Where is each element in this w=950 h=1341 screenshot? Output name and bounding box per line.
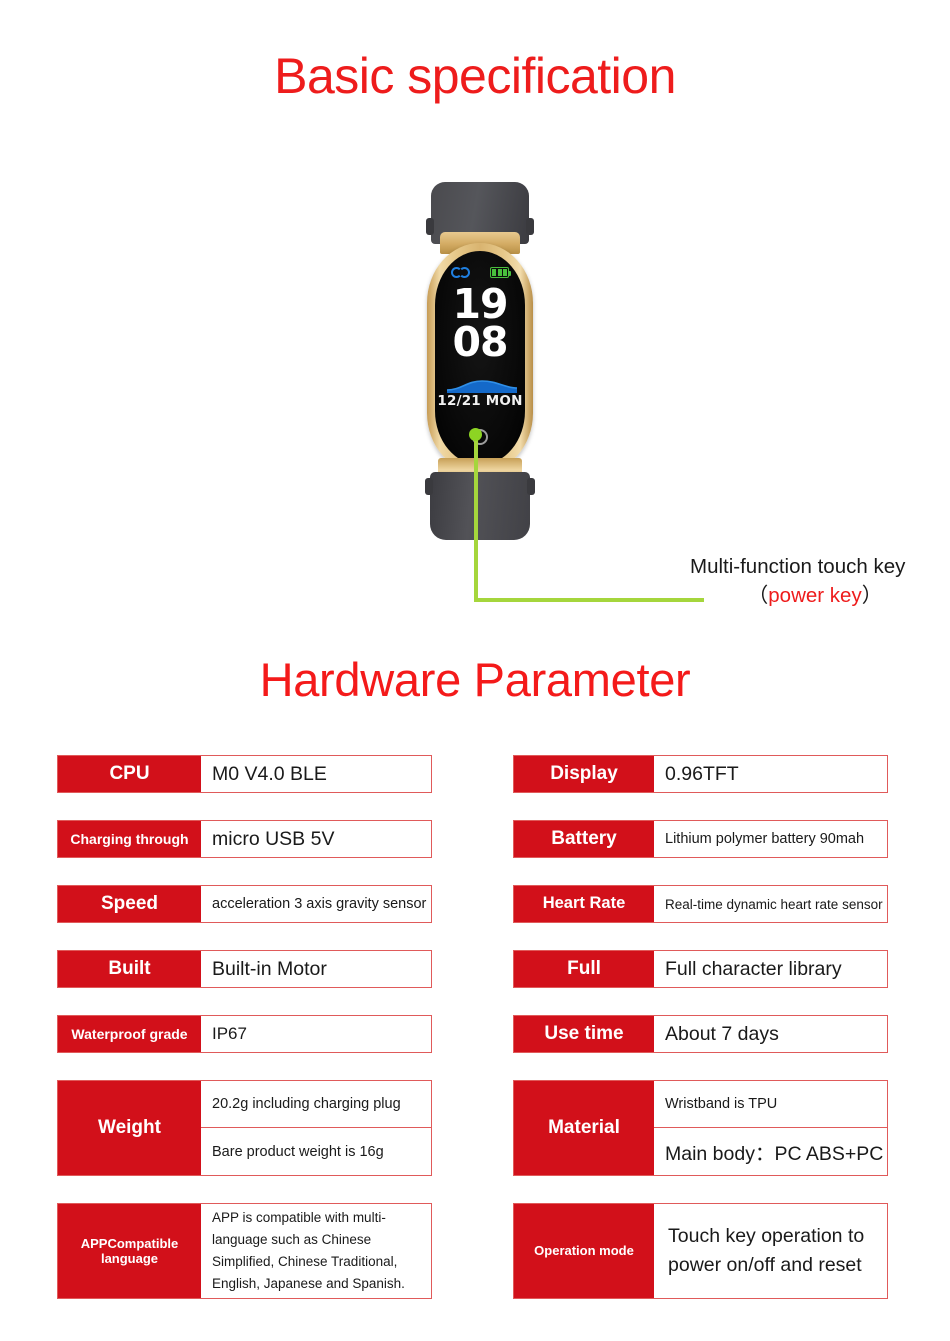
spec-value-battery: Lithium polymer battery 90mah [665, 831, 865, 847]
spec-label-weight: Weight [58, 1081, 201, 1175]
callout-anchor-dot [469, 428, 482, 441]
spec-label-waterproof-grade: Waterproof grade [58, 1016, 201, 1052]
spec-value-weight: 20.2g including charging plug Bare produ… [201, 1081, 431, 1175]
spec-label-app-compatible-language: APPCompatible language [58, 1204, 201, 1298]
table-row-weight: Weight 20.2g including charging plug Bar… [57, 1080, 432, 1176]
table-row-full: Full Full character library [513, 950, 888, 988]
table-row-use-time: Use time About 7 days [513, 1015, 888, 1053]
callout-line-2: （power key） [690, 581, 940, 610]
spec-label-display: Display [514, 756, 654, 792]
spec-label-full: Full [514, 951, 654, 987]
spec-table-left: CPU M0 V4.0 BLE Charging through micro U… [57, 755, 432, 1326]
table-row-material: Material Wristband is TPU Main body：PC A… [513, 1080, 888, 1176]
spec-label-cpu: CPU [58, 756, 201, 792]
spec-label-use-time: Use time [514, 1016, 654, 1052]
watch-strap-bottom [425, 472, 535, 540]
table-row-battery: Battery Lithium polymer battery 90mah [513, 820, 888, 858]
watch-time: 19 08 [435, 284, 525, 366]
spec-value-heart-rate: Real-time dynamic heart rate sensor [665, 896, 883, 912]
bluetooth-icon [451, 267, 470, 278]
table-row-app-compatible-language: APPCompatible language APP is compatible… [57, 1203, 432, 1299]
spec-label-operation-mode: Operation mode [514, 1204, 654, 1298]
callout-power-key: power key [768, 584, 862, 607]
spec-label-charging-through: Charging through [58, 821, 201, 857]
spec-value-use-time: About 7 days [665, 1022, 779, 1045]
table-row-waterproof-grade: Waterproof grade IP67 [57, 1015, 432, 1053]
table-row-cpu: CPU M0 V4.0 BLE [57, 755, 432, 793]
spec-value-material-wristband: Wristband is TPU [654, 1081, 887, 1128]
watch-date: 12/21 MON [437, 393, 523, 409]
callout-line-vertical [473, 434, 478, 602]
spec-value-full: Full character library [665, 957, 842, 980]
spec-value-waterproof-grade: IP67 [212, 1024, 247, 1043]
spec-label-speed: Speed [58, 886, 201, 922]
spec-value-speed: acceleration 3 axis gravity sensor [212, 896, 427, 912]
spec-value-weight-bare: Bare product weight is 16g [212, 1143, 384, 1160]
table-row-built: Built Built-in Motor [57, 950, 432, 988]
spec-value-operation-mode: Touch key operation to power on/off and … [654, 1204, 887, 1298]
callout-line-horizontal [473, 598, 704, 602]
spec-value-material-main-body: Main body：PC ABS+PC [665, 1143, 884, 1165]
paren-open: （ [747, 584, 769, 607]
spec-value-operation-mode-line1: Touch key operation to [668, 1225, 865, 1247]
spec-value-display: 0.96TFT [665, 762, 739, 785]
table-row-charging-through: Charging through micro USB 5V [57, 820, 432, 858]
table-row-heart-rate: Heart Rate Real-time dynamic heart rate … [513, 885, 888, 923]
spec-label-heart-rate: Heart Rate [514, 886, 654, 922]
spec-value-app-compatible-language: APP is compatible with multi-language su… [212, 1210, 405, 1291]
spec-label-app-line1: APPCompatible [80, 1235, 179, 1251]
spec-label-battery: Battery [514, 821, 654, 857]
page-title-hardware-parameter: Hardware Parameter [259, 653, 691, 706]
watch-time-minute: 08 [452, 318, 508, 366]
spec-label-material: Material [514, 1081, 654, 1175]
paren-close: ） [861, 584, 883, 607]
spec-value-weight-with-plug: 20.2g including charging plug [201, 1081, 431, 1128]
callout-line-1: Multi-function touch key [690, 555, 906, 578]
smartwatch-illustration: 19 08 12/21 MON [400, 180, 560, 540]
spec-label-built: Built [58, 951, 201, 987]
callout-label: Multi-function touch key （power key） [690, 552, 940, 610]
table-row-operation-mode: Operation mode Touch key operation to po… [513, 1203, 888, 1299]
spec-value-built: Built-in Motor [212, 957, 327, 980]
spec-value-operation-mode-line2: power on/off and reset [668, 1254, 862, 1276]
spec-value-charging-through: micro USB 5V [212, 827, 335, 850]
battery-icon [490, 267, 512, 278]
watch-wave-graphic [447, 380, 517, 393]
page-title-basic-specification: Basic specification [274, 48, 676, 104]
spec-value-cpu: M0 V4.0 BLE [212, 762, 327, 785]
watch-status-icons [435, 267, 525, 278]
table-row-display: Display 0.96TFT [513, 755, 888, 793]
product-spec-page: Basic specification 19 08 12/21 MON Mult… [0, 0, 950, 1341]
spec-label-app-line2: language [100, 1251, 159, 1266]
spec-table-right: Display 0.96TFT Battery Lithium polymer … [513, 755, 888, 1326]
spec-value-material: Wristband is TPU Main body：PC ABS+PC [654, 1081, 887, 1175]
table-row-speed: Speed acceleration 3 axis gravity sensor [57, 885, 432, 923]
